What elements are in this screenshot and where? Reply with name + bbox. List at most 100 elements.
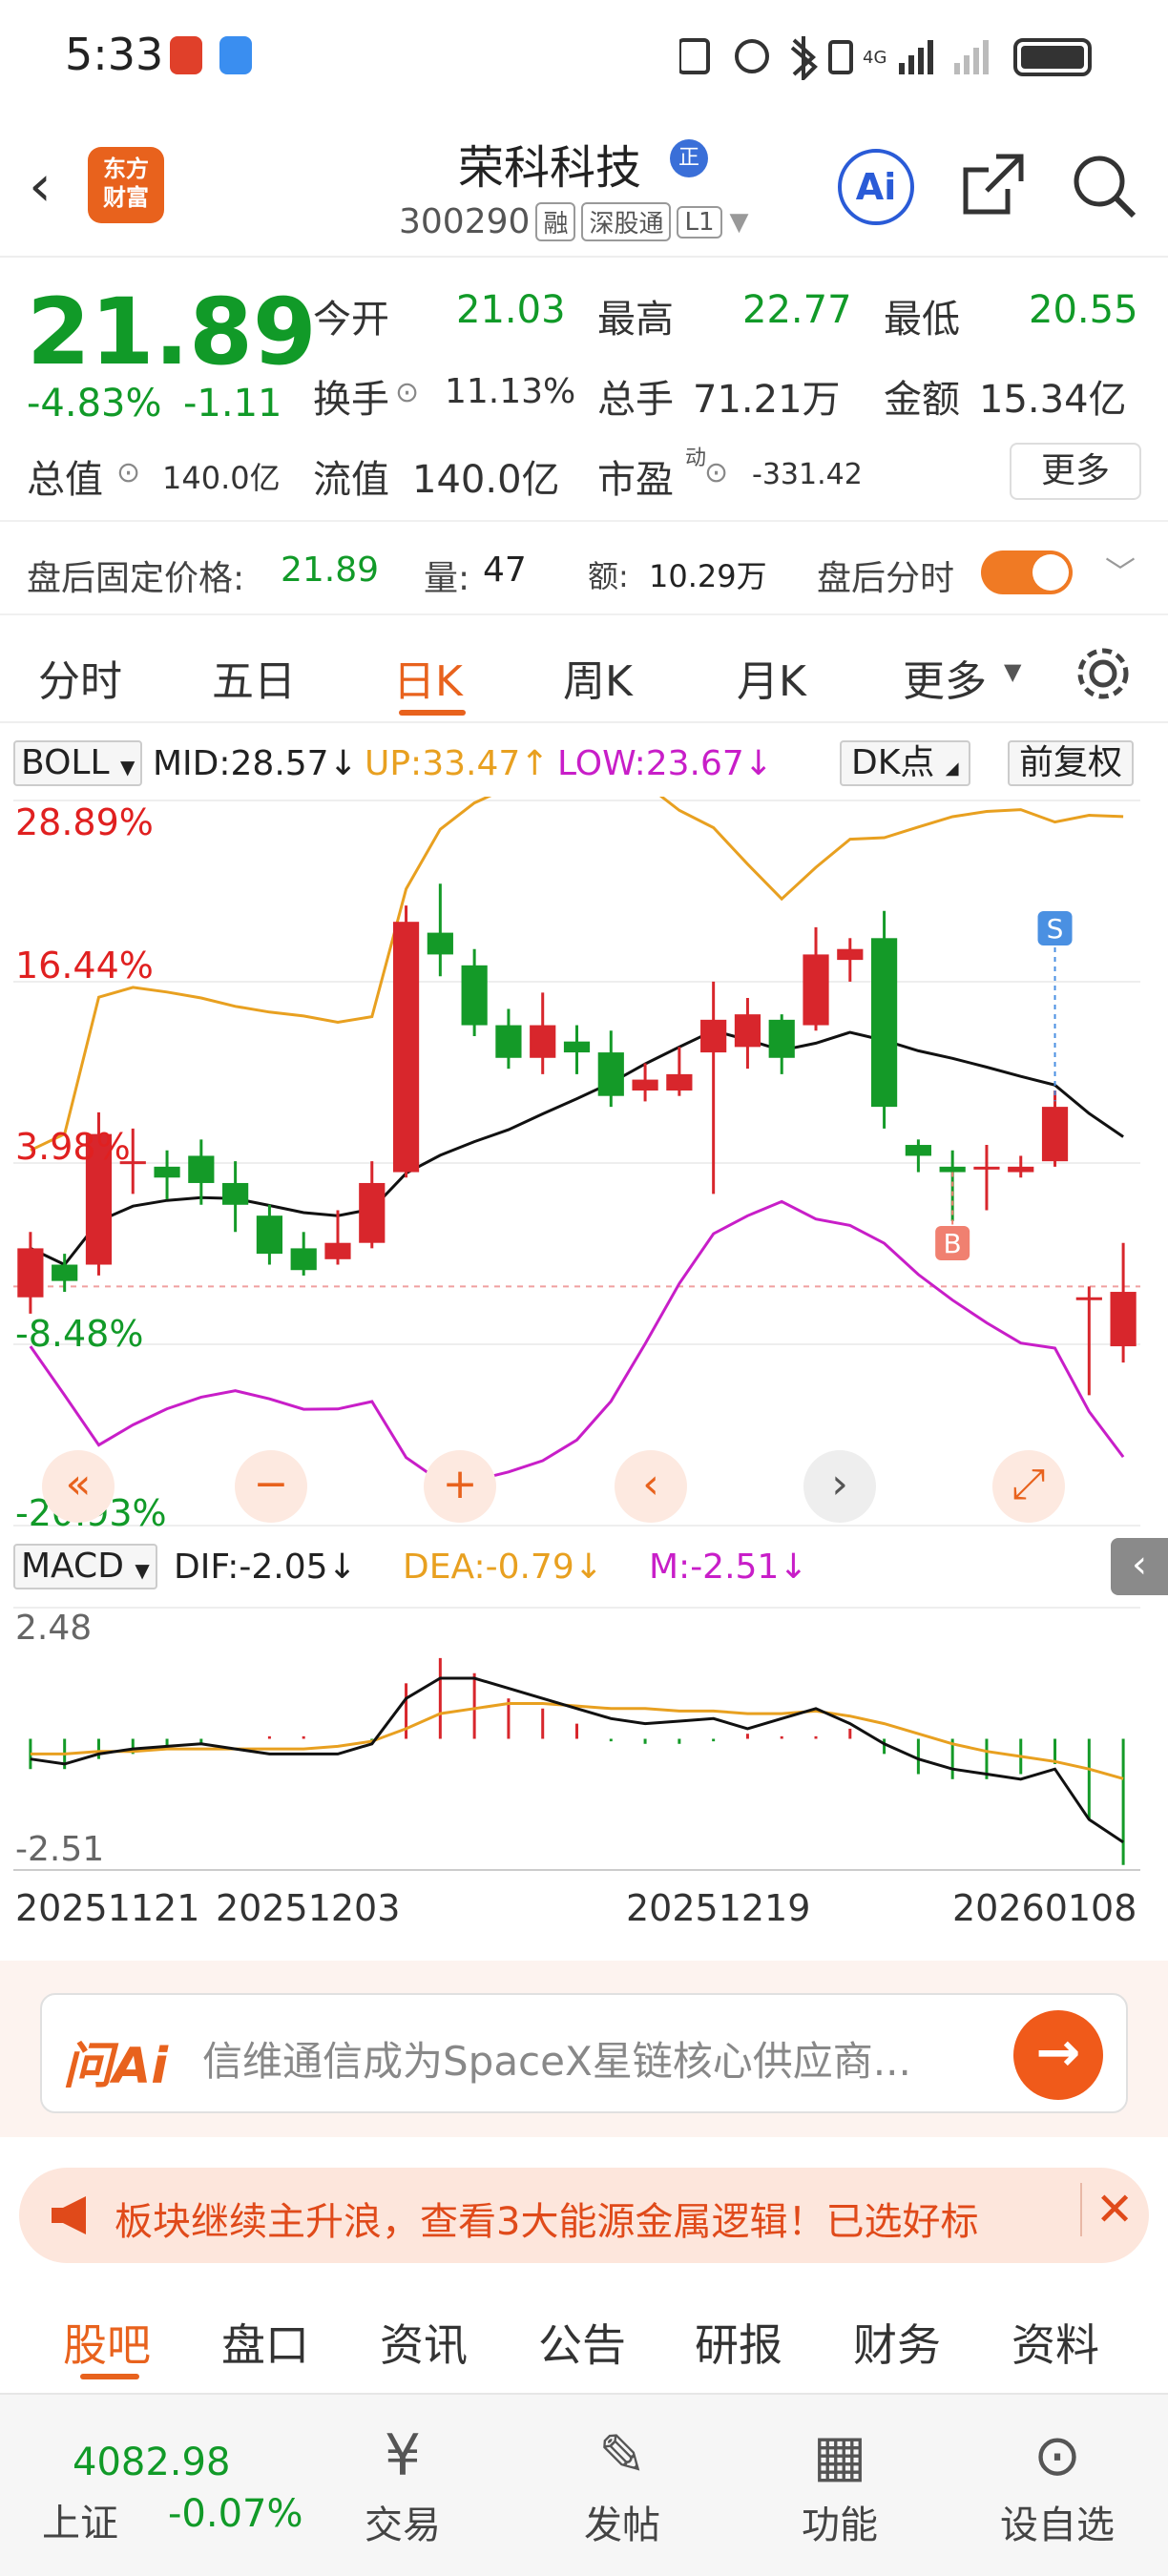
ai-input-box[interactable]: 问Ai 信维通信成为SpaceX星链核心供应商... → bbox=[40, 1993, 1128, 2113]
logo-line-2: 财富 bbox=[103, 184, 149, 211]
tab-monthly-k[interactable]: 月K bbox=[737, 647, 806, 708]
x-axis-label: 20260108 bbox=[952, 1887, 1137, 1929]
info-icon[interactable]: ⊙ bbox=[704, 456, 728, 489]
x-axis-label: 20251203 bbox=[216, 1887, 401, 1929]
fullscreen-icon[interactable]: ⤢ bbox=[992, 1450, 1065, 1523]
dk-label: DK点 bbox=[851, 743, 935, 782]
search-icon[interactable] bbox=[1069, 151, 1139, 221]
chevron-down-icon[interactable]: ▼ bbox=[730, 208, 749, 237]
collapse-panel-icon[interactable]: ‹ bbox=[1111, 1538, 1168, 1595]
candle-body bbox=[666, 1073, 693, 1091]
zoom-out-icon[interactable]: − bbox=[235, 1450, 307, 1523]
vibrate-icon bbox=[828, 40, 853, 74]
notification-icon bbox=[170, 36, 202, 74]
scroll-right-icon[interactable]: › bbox=[803, 1450, 876, 1523]
promo-banner[interactable]: 板块继续主升浪，查看3大能源金属逻辑！已选好标 ✕ bbox=[19, 2168, 1149, 2263]
candles bbox=[17, 883, 1137, 1396]
macd-axis-bottom: -2.51 bbox=[15, 1830, 105, 1869]
tab-intraday[interactable]: 分时 bbox=[38, 647, 122, 708]
tag-margin: 融 bbox=[535, 202, 576, 241]
candle-body bbox=[495, 1025, 522, 1058]
nav-add-watchlist[interactable]: ⊙ 设自选 bbox=[981, 2418, 1134, 2549]
scroll-left-icon[interactable]: ‹ bbox=[615, 1450, 687, 1523]
kline-chart[interactable]: SB bbox=[0, 797, 1168, 1536]
candle-body bbox=[52, 1264, 78, 1281]
candle-body bbox=[1075, 1297, 1102, 1300]
tab-finance[interactable]: 财务 bbox=[853, 2311, 941, 2374]
content-tabs: 股吧 盘口 资讯 公告 研报 财务 资料 bbox=[0, 2290, 1168, 2390]
tab-news[interactable]: 资讯 bbox=[380, 2311, 468, 2374]
boll-name: BOLL bbox=[21, 743, 110, 782]
tab-research[interactable]: 研报 bbox=[695, 2311, 782, 2374]
zoom-in-icon[interactable]: + bbox=[424, 1450, 496, 1523]
candle-body bbox=[1110, 1292, 1137, 1347]
trade-icon: ¥ bbox=[384, 2422, 422, 2489]
candle-body bbox=[290, 1248, 317, 1271]
tab-weekly-k[interactable]: 周K bbox=[563, 647, 633, 708]
gear-icon[interactable] bbox=[1073, 643, 1134, 704]
candle-body bbox=[632, 1079, 658, 1091]
boll-up: UP:33.47↑ bbox=[365, 744, 550, 783]
high-value: 22.77 bbox=[742, 288, 852, 332]
info-icon[interactable]: ⊙ bbox=[395, 376, 419, 409]
ai-button[interactable]: Ai bbox=[838, 149, 914, 225]
nav-functions[interactable]: ▦ 功能 bbox=[763, 2418, 916, 2549]
tag-connect: 深股通 bbox=[581, 202, 672, 241]
candle-body bbox=[768, 1019, 795, 1058]
tab-pankou[interactable]: 盘口 bbox=[221, 2311, 309, 2374]
sell-marker-label: S bbox=[1047, 913, 1064, 945]
back-icon[interactable]: ‹ bbox=[29, 153, 52, 219]
nav-functions-label: 功能 bbox=[802, 2503, 878, 2547]
tab-more[interactable]: 更多 bbox=[903, 647, 987, 708]
tab-announcements[interactable]: 公告 bbox=[538, 2311, 626, 2374]
amount-label: 金额 bbox=[884, 378, 960, 422]
close-icon[interactable]: ✕ bbox=[1080, 2183, 1134, 2236]
float-label: 流值 bbox=[313, 458, 389, 502]
macd-chart[interactable] bbox=[0, 1598, 1168, 1875]
open-value: 21.03 bbox=[456, 288, 566, 332]
share-icon[interactable] bbox=[958, 151, 1027, 219]
more-button[interactable]: 更多 bbox=[1010, 443, 1141, 500]
ai-send-button[interactable]: → bbox=[1013, 2010, 1103, 2100]
tab-daily-k[interactable]: 日K bbox=[393, 647, 463, 708]
info-icon[interactable]: ⊙ bbox=[116, 456, 140, 489]
tab-profile[interactable]: 资料 bbox=[1012, 2311, 1099, 2374]
y-axis-label: 16.44% bbox=[15, 945, 154, 987]
nav-post[interactable]: ✎ 发帖 bbox=[546, 2418, 699, 2549]
banner-text: 板块继续主升浪，查看3大能源金属逻辑！已选好标 bbox=[115, 2200, 979, 2244]
macd-select[interactable]: MACD ▼ bbox=[13, 1544, 157, 1589]
kline-grid bbox=[13, 800, 1140, 1527]
ai-prompt-text: 信维通信成为SpaceX星链核心供应商... bbox=[202, 2038, 911, 2085]
after-toggle-label: 盘后分时 bbox=[817, 559, 955, 598]
mcap-label: 总值 bbox=[27, 458, 103, 502]
macd-indicator-bar: MACD ▼ DIF:-2.05↓ DEA:-0.79↓ M:-2.51↓ ‹ bbox=[0, 1538, 1168, 1595]
edit-icon: ✎ bbox=[597, 2422, 647, 2489]
candle-body bbox=[563, 1041, 591, 1053]
pe-label: 市盈 bbox=[597, 458, 674, 502]
boll-select[interactable]: BOLL ▼ bbox=[13, 740, 143, 786]
chevron-down-icon[interactable]: ﹀ bbox=[1105, 549, 1136, 592]
adjust-button[interactable]: 前复权 bbox=[1008, 740, 1135, 786]
logo-line-1: 东方 bbox=[103, 156, 149, 182]
volume-label: 总手 bbox=[597, 378, 674, 422]
alarm-icon bbox=[735, 39, 769, 73]
turnover-label: 换手 bbox=[313, 378, 389, 422]
index-name: 上证 bbox=[42, 2502, 118, 2545]
nav-trade[interactable]: ¥ 交易 bbox=[326, 2418, 479, 2549]
tab-five-day[interactable]: 五日 bbox=[212, 647, 296, 708]
app-logo[interactable]: 东方 财富 bbox=[88, 147, 164, 223]
candle-body bbox=[392, 922, 420, 1173]
change-amount: -1.11 bbox=[183, 382, 282, 426]
kline-tabs: 分时 五日 日K 周K 月K 更多 ▼ bbox=[0, 618, 1168, 723]
change-percent: -4.83% bbox=[27, 382, 162, 426]
after-hours-toggle[interactable] bbox=[981, 551, 1073, 594]
amount-value: 15.34亿 bbox=[979, 378, 1127, 422]
trade-markers: SB bbox=[935, 911, 1073, 1260]
status-time: 5:33 bbox=[65, 29, 164, 80]
x-axis-label: 20251219 bbox=[626, 1887, 811, 1929]
index-value: 4082.98 bbox=[73, 2441, 231, 2484]
dk-point-button[interactable]: DK点 ◢ bbox=[840, 740, 970, 786]
tab-guba[interactable]: 股吧 bbox=[63, 2311, 151, 2374]
scroll-left-fast-icon[interactable]: « bbox=[42, 1450, 115, 1523]
turnover-value: 11.13% bbox=[445, 372, 576, 411]
